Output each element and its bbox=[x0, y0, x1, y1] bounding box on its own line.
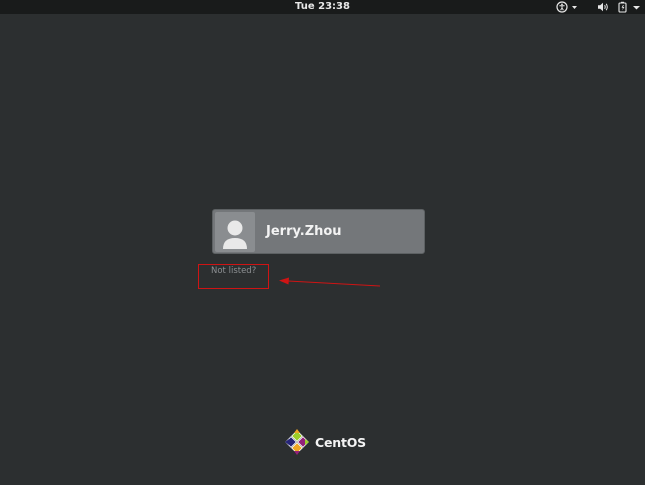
centos-logo-icon bbox=[285, 429, 309, 455]
centos-logo: CentOS bbox=[284, 428, 366, 456]
brand-name: CentOS bbox=[315, 434, 366, 450]
annotation-arrow-icon bbox=[279, 277, 381, 287]
